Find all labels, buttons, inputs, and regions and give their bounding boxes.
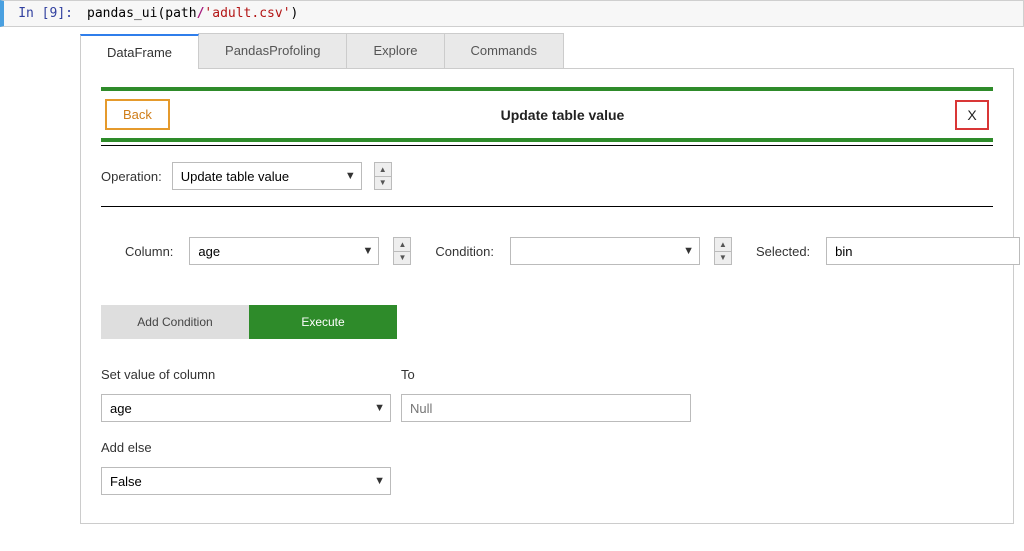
condition-stepper: ▲ ▼ bbox=[714, 237, 732, 265]
column-stepper: ▲ ▼ bbox=[393, 237, 411, 265]
to-label: To bbox=[401, 367, 691, 382]
code-input[interactable]: pandas_ui(path/'adult.csv') bbox=[79, 1, 1023, 26]
add-else-label: Add else bbox=[101, 440, 993, 455]
operation-label: Operation: bbox=[101, 169, 162, 184]
tab-bar: DataFrame PandasProfoling Explore Comman… bbox=[80, 33, 1014, 69]
tab-dataframe[interactable]: DataFrame bbox=[80, 34, 199, 69]
condition-select[interactable] bbox=[510, 237, 700, 265]
set-value-row: Set value of column age ▼ To bbox=[101, 359, 993, 422]
add-else-row: Add else False ▼ bbox=[101, 440, 993, 495]
stepper-down-button[interactable]: ▼ bbox=[394, 251, 410, 264]
tab-explore[interactable]: Explore bbox=[346, 33, 444, 68]
tab-pandasprofiling[interactable]: PandasProfoling bbox=[198, 33, 347, 68]
panel: Back Update table value X Operation: Upd… bbox=[80, 69, 1014, 524]
condition-label: Condition: bbox=[435, 244, 494, 259]
column-label: Column: bbox=[125, 244, 173, 259]
operation-select[interactable]: Update table value bbox=[172, 162, 362, 190]
prompt: In [9]: bbox=[4, 1, 79, 26]
stepper-up-button[interactable]: ▲ bbox=[375, 163, 391, 176]
add-condition-button[interactable]: Add Condition bbox=[101, 305, 249, 339]
close-button[interactable]: X bbox=[955, 100, 989, 130]
stepper-down-button[interactable]: ▼ bbox=[715, 251, 731, 264]
output-widget: DataFrame PandasProfoling Explore Comman… bbox=[0, 27, 1024, 530]
operation-row: Operation: Update table value ▼ ▲ ▼ bbox=[101, 146, 993, 206]
stepper-up-button[interactable]: ▲ bbox=[394, 238, 410, 251]
selected-input[interactable] bbox=[826, 237, 1020, 265]
action-buttons: Add Condition Execute bbox=[101, 305, 993, 339]
operation-stepper: ▲ ▼ bbox=[374, 162, 392, 190]
selected-label: Selected: bbox=[756, 244, 810, 259]
titlebar: Back Update table value X bbox=[101, 91, 993, 138]
stepper-down-button[interactable]: ▼ bbox=[375, 176, 391, 189]
stepper-up-button[interactable]: ▲ bbox=[715, 238, 731, 251]
set-value-column-select[interactable]: age bbox=[101, 394, 391, 422]
column-select[interactable]: age bbox=[189, 237, 379, 265]
panel-title: Update table value bbox=[170, 107, 955, 123]
set-value-label: Set value of column bbox=[101, 367, 391, 382]
condition-row: Column: age ▼ ▲ ▼ Condition: ▼ ▲ bbox=[101, 207, 993, 275]
jupyter-code-cell: In [9]: pandas_ui(path/'adult.csv') bbox=[0, 0, 1024, 27]
back-button[interactable]: Back bbox=[105, 99, 170, 130]
add-else-select[interactable]: False bbox=[101, 467, 391, 495]
operation-select-wrap: Update table value ▼ bbox=[172, 162, 362, 190]
to-input[interactable] bbox=[401, 394, 691, 422]
tab-commands[interactable]: Commands bbox=[444, 33, 564, 68]
execute-button[interactable]: Execute bbox=[249, 305, 397, 339]
